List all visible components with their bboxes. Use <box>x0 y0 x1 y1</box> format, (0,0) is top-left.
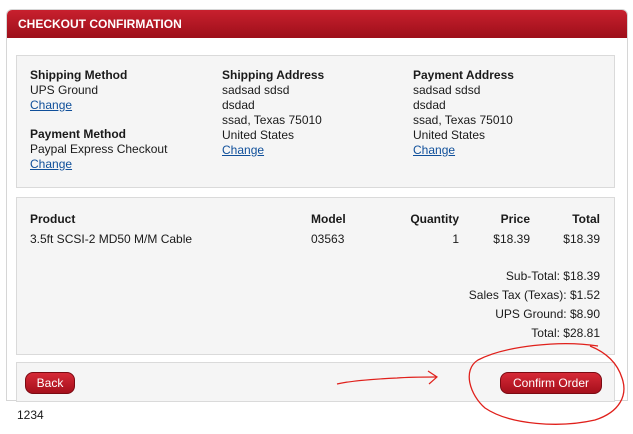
shipping-address-section: Shipping Address sadsad sdsd dsdad ssad,… <box>222 68 324 158</box>
shipping-address-line: sadsad sdsd <box>222 83 290 97</box>
shipping-address-heading: Shipping Address <box>222 68 325 82</box>
shipping-method-section: Shipping Method UPS Ground Change Paymen… <box>30 68 167 172</box>
shipping-address-line: ssad, Texas 75010 <box>222 113 322 127</box>
change-payment-address-link[interactable]: Change <box>413 143 455 157</box>
payment-address-line: sadsad sdsd <box>413 83 481 97</box>
order-info-box: Shipping Method UPS Ground Change Paymen… <box>16 55 615 188</box>
column-header-model: Model <box>311 212 346 226</box>
product-table: Product Model Quantity Price Total 3.5ft… <box>16 197 615 355</box>
payment-address-line: ssad, Texas 75010 <box>413 113 513 127</box>
shipping-method-heading: Shipping Method <box>30 68 128 82</box>
checkout-panel: CHECKOUT CONFIRMATION Shipping Method UP… <box>6 9 628 402</box>
shipping-address-line: United States <box>222 128 295 142</box>
payment-address-section: Payment Address sadsad sdsd dsdad ssad, … <box>413 68 514 158</box>
product-price: $18.39 <box>493 232 530 246</box>
subtotal-row: Sub-Total: $18.39 <box>505 269 600 283</box>
shipping-method-value: UPS Ground <box>30 83 99 97</box>
payment-method-heading: Payment Method <box>30 127 127 141</box>
column-header-quantity: Quantity <box>410 212 459 226</box>
product-total: $18.39 <box>563 232 600 246</box>
column-header-price: Price <box>500 212 530 226</box>
column-header-product: Product <box>30 212 76 226</box>
shipping-address-line: dsdad <box>222 98 255 112</box>
change-payment-method-link[interactable]: Change <box>30 157 72 171</box>
order-totals: Sub-Total: $18.39 Sales Tax (Texas): $1.… <box>469 267 600 343</box>
product-name-link[interactable]: 3.5ft SCSI-2 MD50 M/M Cable <box>30 232 192 247</box>
payment-address-heading: Payment Address <box>413 68 514 82</box>
grand-total-row: Total: $28.81 <box>531 326 600 340</box>
column-header-total: Total <box>572 212 600 226</box>
product-model: 03563 <box>311 232 345 246</box>
shipping-cost-row: UPS Ground: $8.90 <box>495 307 600 321</box>
back-button[interactable]: Back <box>25 372 75 394</box>
action-bar: Back Confirm Order <box>16 362 615 402</box>
footer-text: 1234 <box>17 408 44 422</box>
sales-tax-row: Sales Tax (Texas): $1.52 <box>468 288 600 302</box>
product-quantity: 1 <box>452 232 459 246</box>
change-shipping-address-link[interactable]: Change <box>222 143 264 157</box>
payment-address-line: dsdad <box>413 98 446 112</box>
panel-title: CHECKOUT CONFIRMATION <box>7 10 627 38</box>
change-shipping-method-link[interactable]: Change <box>30 98 72 112</box>
confirm-order-button[interactable]: Confirm Order <box>500 372 602 394</box>
payment-address-line: United States <box>413 128 486 142</box>
payment-method-value: Paypal Express Checkout <box>30 142 168 156</box>
